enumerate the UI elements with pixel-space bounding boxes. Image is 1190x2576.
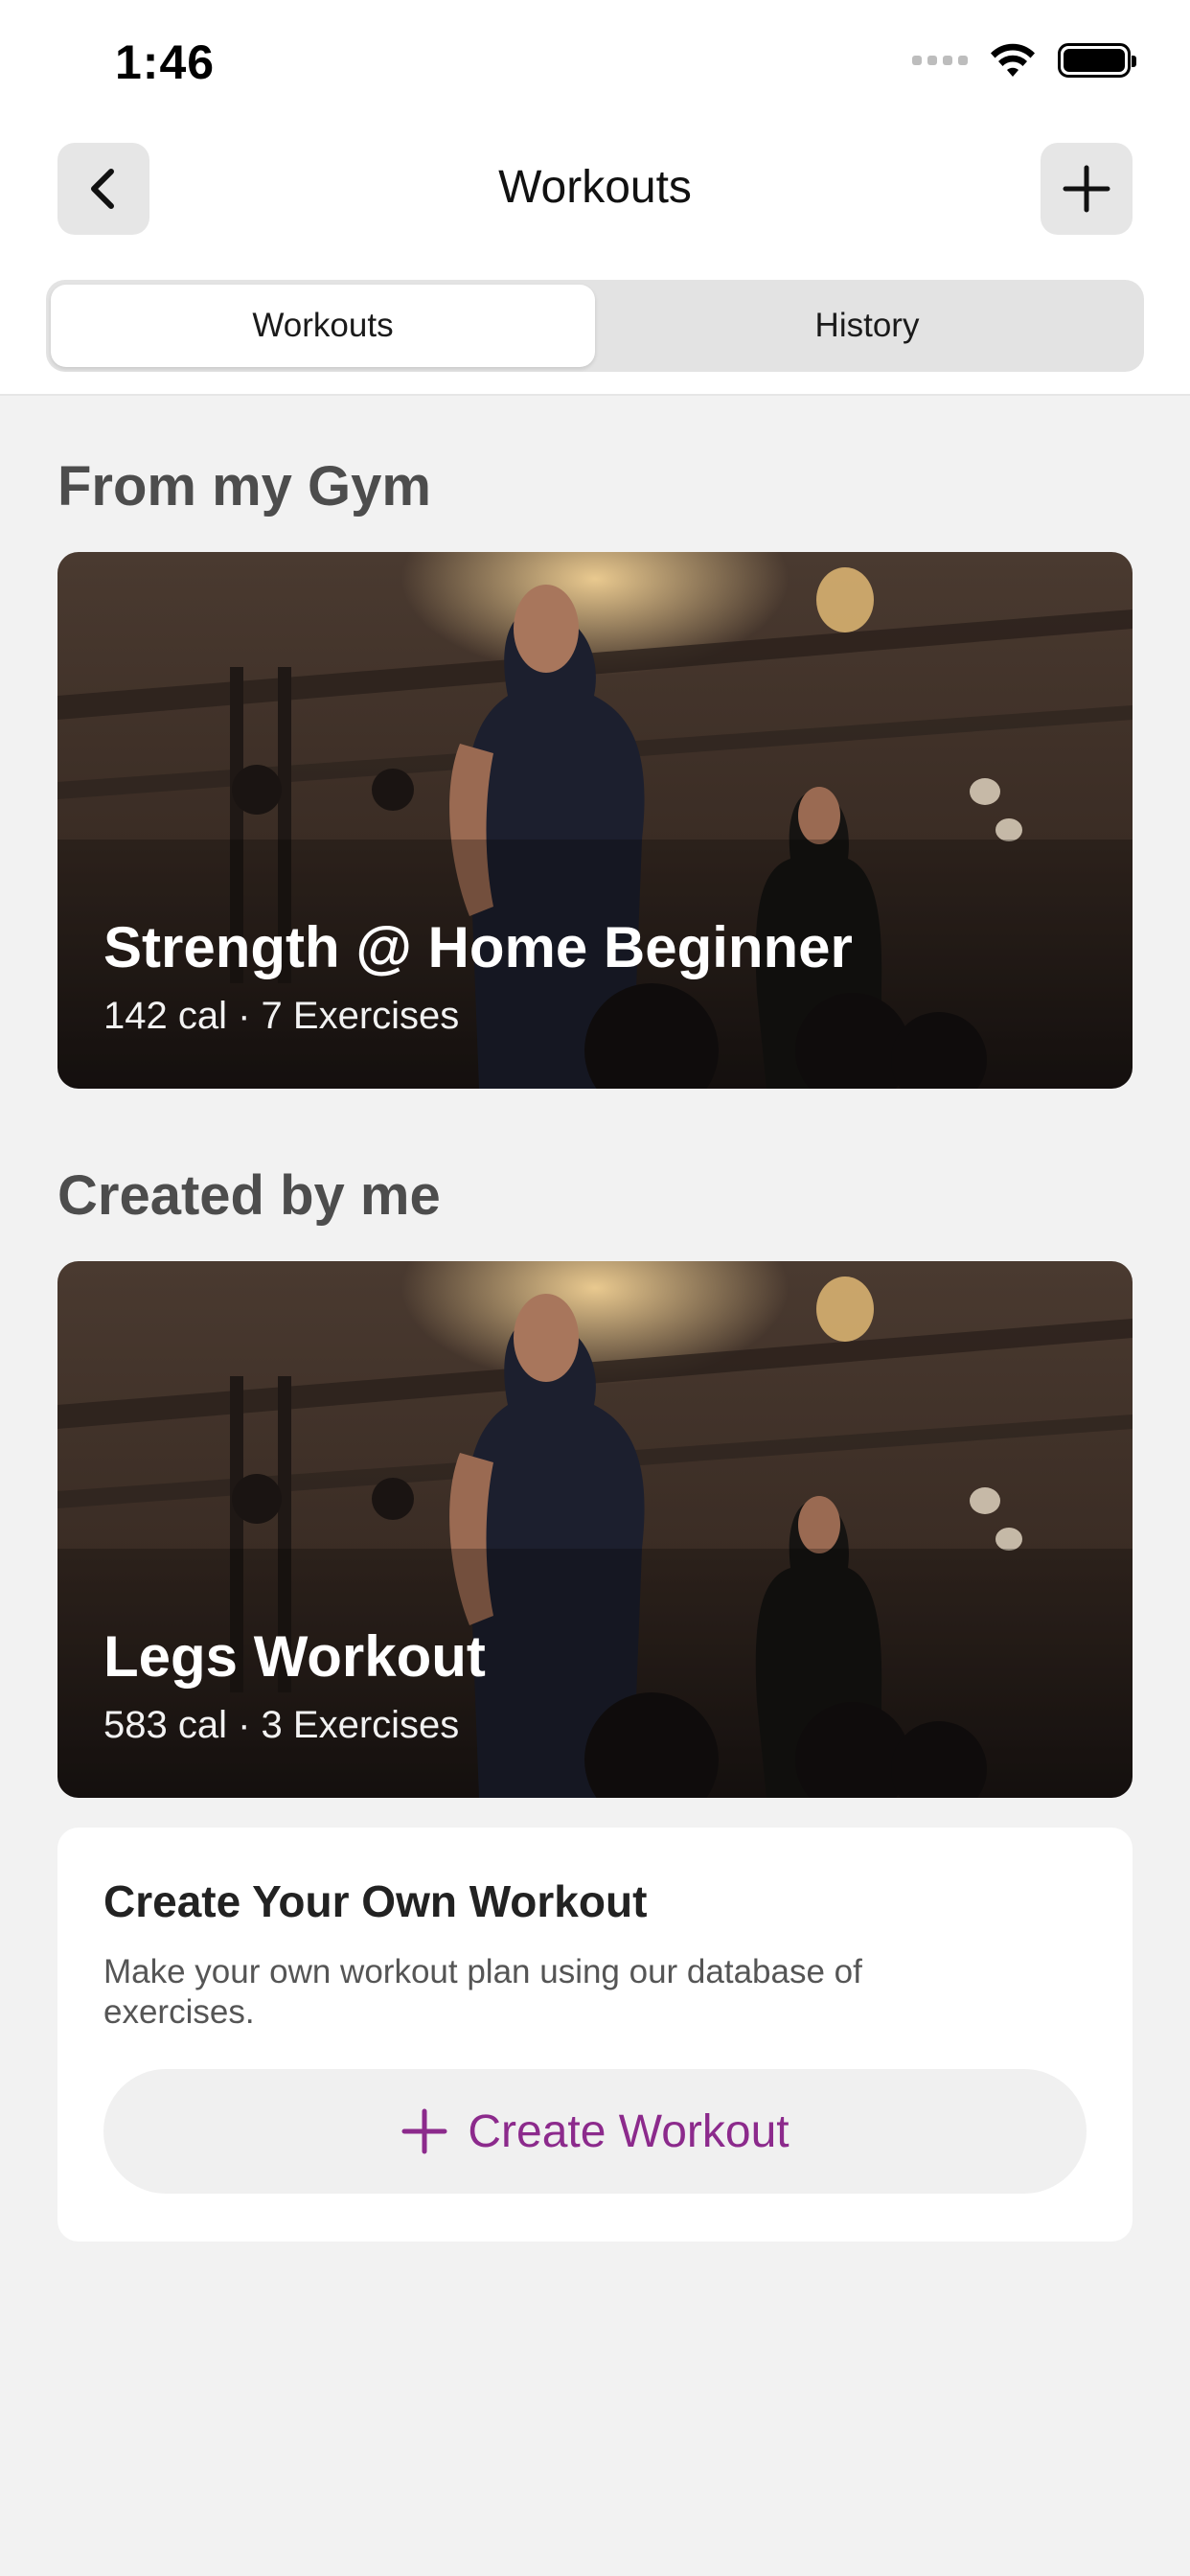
workouts-screen: 1:46 Workouts Workouts History From my G…: [0, 0, 1190, 2576]
create-workout-label: Create Workout: [468, 2105, 790, 2157]
status-time: 1:46: [115, 35, 216, 89]
header: 1:46 Workouts Workouts History: [0, 0, 1190, 396]
create-description: Make your own workout plan using our dat…: [103, 1953, 862, 2031]
page-title: Workouts: [498, 162, 692, 213]
plus-icon: [1063, 165, 1110, 213]
workout-card[interactable]: Strength @ Home Beginner 142 cal · 7 Exe…: [57, 552, 1133, 1089]
status-icons: [912, 42, 1136, 79]
workout-card[interactable]: Legs Workout 583 cal · 3 Exercises: [57, 1261, 1133, 1798]
tab-history[interactable]: History: [595, 285, 1139, 367]
segmented-control: Workouts History: [46, 280, 1144, 372]
create-workout-button[interactable]: Create Workout: [103, 2069, 1087, 2194]
card-title: Strength @ Home Beginner: [103, 915, 853, 979]
create-workout-panel: Create Your Own Workout Make your own wo…: [57, 1828, 1133, 2242]
plus-icon: [401, 2108, 447, 2154]
battery-icon: [1058, 43, 1136, 78]
create-title: Create Your Own Workout: [103, 1876, 648, 1926]
wifi-icon: [991, 43, 1035, 77]
card-subtitle: 583 cal · 3 Exercises: [103, 1704, 460, 1746]
signal-icon: [912, 56, 968, 65]
tab-workouts[interactable]: Workouts: [51, 285, 595, 367]
card-subtitle: 142 cal · 7 Exercises: [103, 995, 460, 1037]
add-button[interactable]: [1041, 143, 1133, 235]
section-title-gym: From my Gym: [57, 455, 431, 518]
card-title: Legs Workout: [103, 1624, 486, 1689]
section-title-mine: Created by me: [57, 1164, 441, 1227]
